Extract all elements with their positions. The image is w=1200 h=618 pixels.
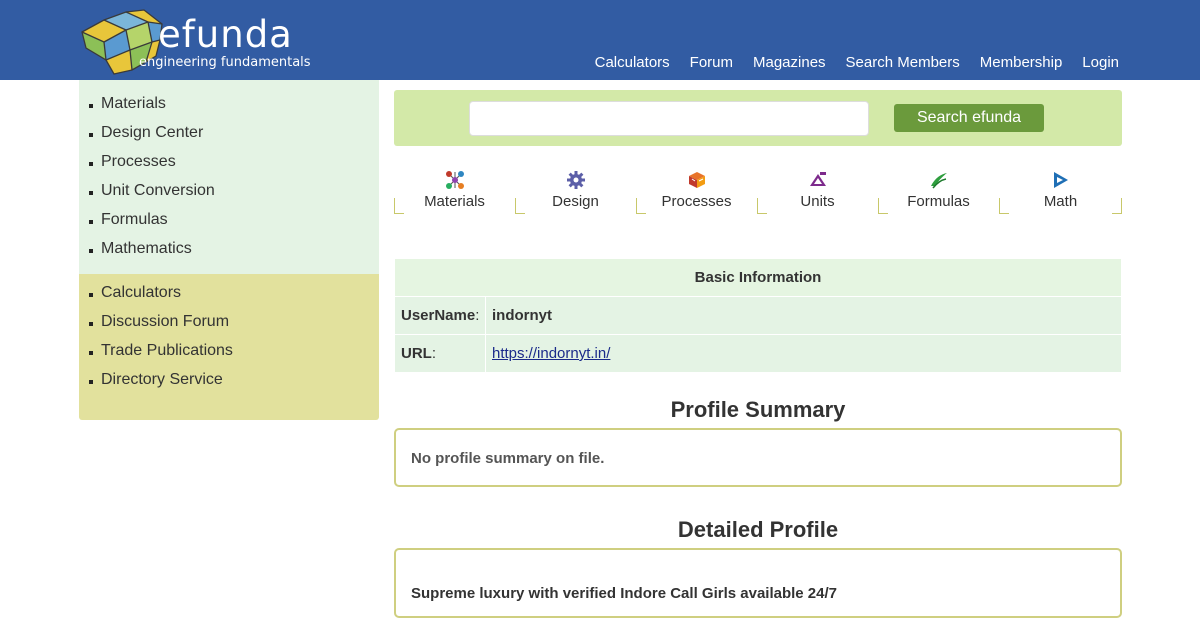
table-row: UserName: indornyt [395, 297, 1121, 334]
tab-design[interactable]: Design [515, 164, 636, 214]
username-label: UserName: [395, 297, 485, 334]
nav-forum-link[interactable]: Forum [690, 54, 733, 72]
math-icon [1054, 172, 1068, 188]
nav-search-members-link[interactable]: Search Members [846, 54, 960, 72]
tab-divider [394, 198, 404, 214]
sidebar-primary: Materials Design Center Processes Unit C… [79, 80, 379, 274]
sidebar-item-processes[interactable]: Processes [89, 152, 215, 181]
logo-wordmark[interactable]: efunda [158, 16, 293, 53]
username-label-text: UserName [401, 307, 476, 324]
tab-label: Design [552, 193, 599, 210]
nav-membership-link[interactable]: Membership [980, 54, 1063, 72]
nav-login-link[interactable]: Login [1082, 54, 1119, 72]
tab-label: Math [1043, 193, 1078, 210]
tab-divider [878, 198, 888, 214]
formulas-icon [931, 173, 947, 189]
tab-divider [999, 198, 1009, 214]
tab-materials[interactable]: Materials [394, 164, 515, 214]
sidebar-item-directory-service[interactable]: Directory Service [89, 370, 233, 399]
site-header: efunda engineering fundamentals Calculat… [0, 0, 1200, 80]
search-bar: Search efunda [394, 90, 1122, 146]
processes-icon [689, 172, 705, 188]
tab-label: Formulas [907, 193, 970, 210]
search-input[interactable] [469, 101, 869, 136]
tab-label: Materials [424, 193, 485, 210]
tab-formulas[interactable]: Formulas [878, 164, 999, 214]
sidebar-item-design-center[interactable]: Design Center [89, 123, 215, 152]
materials-icon [446, 171, 464, 189]
username-value: indornyt [486, 297, 1121, 334]
tab-units[interactable]: Units [757, 164, 878, 214]
sidebar-item-formulas[interactable]: Formulas [89, 210, 215, 239]
sidebar-item-mathematics[interactable]: Mathematics [89, 239, 215, 268]
profile-summary-panel: No profile summary on file. [394, 428, 1122, 487]
category-tabs: Materials Design Processes Units Formula… [394, 164, 1122, 214]
tab-divider [636, 198, 646, 214]
sidebar-secondary: Calculators Discussion Forum Trade Publi… [79, 274, 379, 420]
nav-calculators-link[interactable]: Calculators [595, 54, 670, 72]
detailed-profile-panel: Supreme luxury with verified Indore Call… [394, 548, 1122, 618]
sidebar-item-unit-conversion[interactable]: Unit Conversion [89, 181, 215, 210]
tab-label: Units [800, 193, 835, 210]
gear-icon [567, 171, 585, 189]
top-navigation: Calculators Forum Magazines Search Membe… [575, 54, 1119, 72]
tab-math[interactable]: Math [999, 164, 1122, 214]
detailed-profile-heading: Detailed Profile [677, 517, 839, 542]
basic-info-table: Basic Information UserName: indornyt URL… [394, 258, 1122, 373]
detailed-profile-text: Supreme luxury with verified Indore Call… [411, 585, 837, 602]
table-row: URL: https://indornyt.in/ [395, 335, 1121, 372]
sidebar-item-discussion-forum[interactable]: Discussion Forum [89, 312, 233, 341]
profile-summary-heading: Profile Summary [670, 397, 846, 422]
tab-label: Processes [661, 193, 732, 210]
units-icon [810, 172, 826, 186]
url-value: https://indornyt.in/ [486, 335, 1121, 372]
sidebar-item-calculators[interactable]: Calculators [89, 283, 233, 312]
url-label-text: URL [401, 345, 432, 362]
colon: : [431, 345, 436, 362]
tab-divider [1112, 198, 1122, 214]
user-url-link[interactable]: https://indornyt.in/ [492, 345, 610, 362]
basic-info-title: Basic Information [395, 259, 1121, 296]
url-label: URL: [395, 335, 485, 372]
nav-magazines-link[interactable]: Magazines [753, 54, 826, 72]
sidebar-item-trade-publications[interactable]: Trade Publications [89, 341, 233, 370]
colon: : [475, 307, 480, 324]
tab-processes[interactable]: Processes [636, 164, 757, 214]
tab-divider [515, 198, 525, 214]
sidebar-item-materials[interactable]: Materials [89, 94, 215, 123]
profile-summary-text: No profile summary on file. [411, 450, 605, 467]
logo-tagline: engineering fundamentals [139, 55, 311, 70]
search-button[interactable]: Search efunda [894, 104, 1044, 132]
tab-divider [757, 198, 767, 214]
